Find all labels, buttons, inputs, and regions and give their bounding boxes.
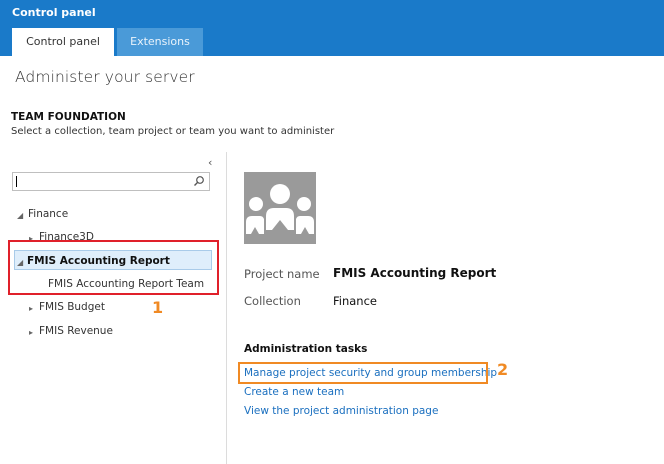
collection-label: Collection [244, 294, 301, 308]
collapse-pane-icon[interactable]: ‹ [208, 156, 212, 169]
section-title: TEAM FOUNDATION [11, 111, 126, 123]
annotation-box-1 [8, 240, 219, 295]
app-title: Control panel [12, 6, 96, 19]
pane-divider [226, 152, 227, 464]
annotation-box-2 [238, 362, 488, 384]
project-avatar-icon [244, 172, 316, 244]
collection-value: Finance [333, 294, 377, 308]
tree-node-finance[interactable]: Finance [28, 208, 68, 220]
project-name-value: FMIS Accounting Report [333, 266, 497, 280]
tree-node-fmis-budget[interactable]: FMIS Budget [39, 301, 105, 313]
text-cursor [16, 176, 17, 187]
annotation-number-1: 1 [152, 298, 164, 317]
page-title: Administer your server [15, 68, 195, 86]
collapsed-arrow-icon[interactable]: ▸ [29, 328, 33, 337]
search-icon[interactable] [193, 175, 205, 187]
create-team-link[interactable]: Create a new team [244, 386, 344, 398]
tree-node-fmis-revenue[interactable]: FMIS Revenue [39, 325, 113, 337]
tab-control-panel[interactable]: Control panel [12, 28, 114, 56]
section-subtitle: Select a collection, team project or tea… [11, 126, 335, 137]
project-admin-page-link[interactable]: View the project administration page [244, 405, 438, 417]
collapsed-arrow-icon[interactable]: ▸ [29, 304, 33, 313]
search-input[interactable] [12, 172, 210, 191]
top-bar: Control panel Control panel Extensions [0, 0, 664, 56]
admin-tasks-title: Administration tasks [244, 343, 368, 355]
annotation-number-2: 2 [497, 360, 509, 379]
project-name-label: Project name [244, 267, 320, 281]
expanded-arrow-icon[interactable]: ◢ [17, 211, 23, 220]
tab-extensions[interactable]: Extensions [117, 28, 203, 56]
